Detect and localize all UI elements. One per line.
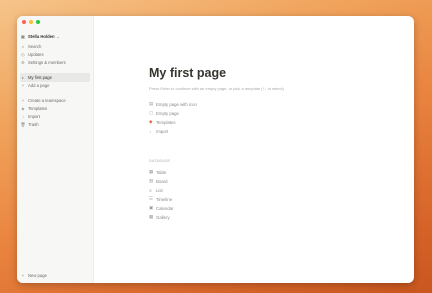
trash-icon: 🗑 — [20, 121, 26, 127]
option-templates[interactable]: ◆ Templates — [149, 118, 176, 126]
option-empty-page[interactable]: ▢ Empty page — [149, 109, 179, 117]
database-label: Table — [156, 169, 167, 175]
list-icon: ≡ — [149, 187, 152, 193]
sidebar: ▣ Stella Holden ⌄ ⌕ Search ◷ Updates ⚙ S… — [17, 16, 94, 283]
timeline-icon: ☰ — [149, 196, 153, 201]
database-label: List — [156, 187, 163, 193]
template-icon: ◈ — [21, 106, 25, 111]
database-label: Timeline — [156, 196, 173, 202]
sidebar-item-label: Templates — [28, 106, 48, 111]
page-title[interactable]: My first page — [149, 66, 226, 80]
gallery-icon: ▩ — [149, 214, 154, 219]
sidebar-item-label: Search — [28, 44, 42, 49]
calendar-icon: ▣ — [149, 205, 154, 210]
database-board[interactable]: ▥ Board — [149, 177, 167, 185]
database-section-label: DATABASE — [149, 159, 171, 163]
database-list[interactable]: ≡ List — [149, 186, 163, 194]
database-calendar[interactable]: ▣ Calendar — [149, 204, 173, 212]
board-icon: ▥ — [149, 178, 154, 183]
plus-icon: + — [21, 83, 25, 88]
option-empty-page-with-icon[interactable]: ▤ Empty page with icon — [149, 100, 197, 108]
sidebar-item-trash[interactable]: 🗑 Trash — [20, 120, 90, 129]
new-page-label: New page — [28, 273, 47, 278]
maximize-window-button[interactable] — [36, 20, 40, 24]
option-label: Empty page with icon — [156, 101, 197, 107]
plus-icon: + — [21, 98, 25, 103]
workspace-avatar-icon: ▣ — [21, 34, 25, 39]
sidebar-item-add-page[interactable]: + Add a page — [20, 81, 90, 90]
sidebar-item-settings[interactable]: ⚙ Settings & members — [20, 58, 90, 67]
sidebar-item-label: Create a teamspace — [28, 98, 66, 103]
database-gallery[interactable]: ▩ Gallery — [149, 213, 170, 221]
sidebar-item-label: Import — [28, 114, 40, 119]
chevron-down-icon: ⌄ — [56, 34, 61, 39]
app-window: ▣ Stella Holden ⌄ ⌕ Search ◷ Updates ⚙ S… — [17, 16, 414, 283]
minimize-window-button[interactable] — [29, 20, 33, 24]
download-icon: ↓ — [21, 114, 25, 119]
workspace-switcher[interactable]: ▣ Stella Holden ⌄ — [20, 32, 90, 41]
new-page-button[interactable]: + New page — [20, 271, 90, 280]
option-label: Templates — [156, 119, 176, 125]
close-window-button[interactable] — [22, 20, 26, 24]
sidebar-item-label: Add a page — [28, 83, 50, 88]
option-import[interactable]: ↓ Import — [149, 127, 168, 135]
page-icon: ▢ — [149, 110, 154, 115]
database-label: Gallery — [156, 214, 170, 220]
search-icon: ⌕ — [21, 44, 25, 49]
workspace-name: Stella Holden — [28, 34, 55, 39]
option-label: Import — [156, 128, 169, 134]
clock-icon: ◷ — [21, 52, 25, 57]
page-editor: My first page Press Enter to continue wi… — [93, 16, 414, 283]
sidebar-item-label: Trash — [28, 122, 39, 127]
option-label: Empty page — [156, 110, 179, 116]
page-icon: ▤ — [149, 101, 154, 106]
download-icon: ↓ — [149, 128, 152, 134]
table-icon: ▦ — [149, 169, 154, 174]
sidebar-item-label: Settings & members — [28, 60, 66, 65]
sidebar-item-label: My first page — [28, 75, 52, 80]
window-controls — [22, 20, 40, 24]
gear-icon: ⚙ — [21, 60, 25, 65]
template-hint: Press Enter to continue with an empty pa… — [149, 86, 284, 91]
database-label: Board — [156, 178, 168, 184]
database-label: Calendar — [156, 205, 174, 211]
page-icon: ▸ — [21, 75, 25, 80]
template-icon: ◆ — [149, 119, 153, 124]
database-table[interactable]: ▦ Table — [149, 168, 166, 176]
database-timeline[interactable]: ☰ Timeline — [149, 195, 172, 203]
plus-icon: + — [21, 273, 25, 278]
sidebar-item-label: Updates — [28, 52, 44, 57]
